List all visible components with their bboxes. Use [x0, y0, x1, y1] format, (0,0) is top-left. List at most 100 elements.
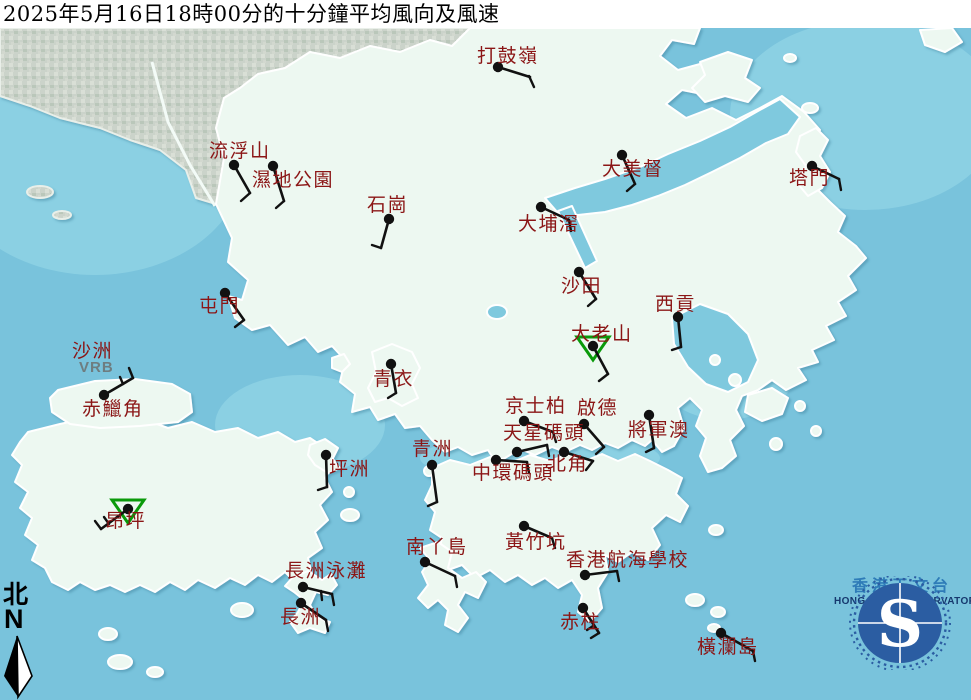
- station-wong-chuk-hang: [519, 521, 555, 548]
- station-dot: [519, 521, 529, 531]
- wind-barb-feather: [95, 521, 101, 529]
- station-dot: [579, 419, 589, 429]
- wind-barb-shaft: [432, 465, 437, 502]
- wind-barb-feather: [672, 347, 681, 350]
- wind-barb-feather: [599, 374, 608, 381]
- station-dot: [296, 598, 306, 608]
- hko-logo: S 香港天文台 HONG KONG OBSERVATORY: [834, 576, 970, 698]
- wind-barb-shaft: [721, 633, 753, 651]
- station-dot: [588, 341, 598, 351]
- station-lau-fau-shan: [229, 160, 250, 201]
- north-arrow-icon: [0, 582, 60, 700]
- station-north-point: [559, 447, 593, 470]
- station-sha-tin: [574, 267, 596, 306]
- title-bar: 2025年5月16日18時00分的十分鐘平均風向及風速: [0, 0, 971, 28]
- wind-barb-feather: [753, 651, 755, 661]
- station-tap-mun: [807, 161, 841, 190]
- wind-barbs-layer: [0, 0, 971, 700]
- station-central-pier: [491, 455, 529, 473]
- station-tai-po-kau: [536, 202, 571, 231]
- wind-barb-feather: [839, 179, 841, 190]
- station-dot: [384, 214, 394, 224]
- station-waglan-island: [716, 628, 755, 661]
- station-tates-cairn: [577, 337, 609, 381]
- wind-barb-feather: [372, 245, 381, 248]
- station-star-ferry: [512, 445, 549, 457]
- station-dot: [574, 267, 584, 277]
- station-dot: [807, 161, 817, 171]
- station-stanley: [578, 603, 599, 638]
- station-kai-tak: [579, 419, 604, 454]
- station-dot: [536, 202, 546, 212]
- station-peng-chau: [318, 450, 331, 490]
- wind-barb-feather: [276, 201, 284, 208]
- wind-barb-feather: [591, 633, 599, 638]
- station-dot: [123, 504, 133, 514]
- wind-barb-feather: [120, 377, 123, 384]
- station-dot: [386, 359, 396, 369]
- station-dot: [99, 390, 109, 400]
- station-dot: [512, 447, 522, 457]
- hko-logo-icon: S: [834, 576, 970, 670]
- station-dot: [491, 455, 501, 465]
- wind-barb-feather: [617, 571, 619, 581]
- wind-barb-feather: [529, 76, 534, 87]
- wind-barb-feather: [104, 517, 109, 524]
- wind-barb-feather: [455, 576, 457, 587]
- station-dot: [493, 62, 503, 72]
- wind-barb-feather: [588, 299, 596, 306]
- station-dot: [298, 582, 308, 592]
- station-tsing-yi: [386, 359, 396, 398]
- wind-barb-feather: [241, 193, 250, 201]
- wind-barb-shaft: [273, 166, 284, 201]
- station-ngong-ping: [95, 500, 144, 529]
- wind-barb-feather: [553, 432, 556, 442]
- station-dot: [644, 410, 654, 420]
- wind-barb-feather: [586, 461, 593, 470]
- wind-barb-feather: [321, 591, 322, 600]
- station-wetland-park: [268, 161, 284, 208]
- station-cheung-chau: [296, 598, 328, 631]
- wind-barb-feather: [587, 626, 593, 630]
- wind-barb-feather: [547, 445, 549, 456]
- wind-barb-feather: [235, 320, 244, 327]
- wind-barb-feather: [596, 447, 604, 454]
- wind-barb-feather: [332, 594, 334, 605]
- station-dot: [321, 450, 331, 460]
- wind-barb-feather: [646, 448, 654, 452]
- station-dot: [427, 460, 437, 470]
- wind-barb-feather: [527, 462, 529, 473]
- station-dot: [519, 416, 529, 426]
- station-dot: [220, 288, 230, 298]
- wind-map: 打鼓嶺流浮山濕地公園石崗大美督塔門大埔滘沙田西貢大老山屯門沙洲VRB赤鱲角青衣京…: [0, 0, 971, 700]
- station-dot: [268, 161, 278, 171]
- wind-barb-feather: [428, 502, 437, 506]
- station-dot: [716, 628, 726, 638]
- wind-barb-feather: [388, 393, 396, 398]
- station-dot: [580, 570, 590, 580]
- station-tuen-mun: [220, 288, 244, 327]
- station-dot: [559, 447, 569, 457]
- station-shek-kong: [372, 214, 394, 248]
- station-hk-sea-school: [580, 570, 619, 581]
- station-dot: [229, 160, 239, 170]
- station-tai-mei-tuk: [617, 150, 635, 191]
- station-dot: [673, 312, 683, 322]
- station-lamma-island: [420, 557, 457, 587]
- station-dot: [578, 603, 588, 613]
- station-sai-kung: [672, 312, 683, 350]
- station-ta-kwu-ling: [493, 62, 534, 87]
- wind-barb-feather: [129, 368, 133, 378]
- station-dot: [617, 150, 627, 160]
- wind-barb-feather: [552, 538, 555, 548]
- station-dot: [420, 557, 430, 567]
- wind-barb-feather: [627, 184, 635, 191]
- station-tseung-kwan-o: [644, 410, 654, 452]
- station-kings-park: [519, 416, 556, 442]
- wind-barb-feather: [326, 620, 328, 631]
- wind-barb-feather: [318, 487, 327, 490]
- station-green-island: [427, 460, 437, 506]
- svg-text:S: S: [877, 587, 923, 662]
- wind-barb-feather: [569, 220, 571, 231]
- station-chek-lap-kok: [99, 368, 133, 400]
